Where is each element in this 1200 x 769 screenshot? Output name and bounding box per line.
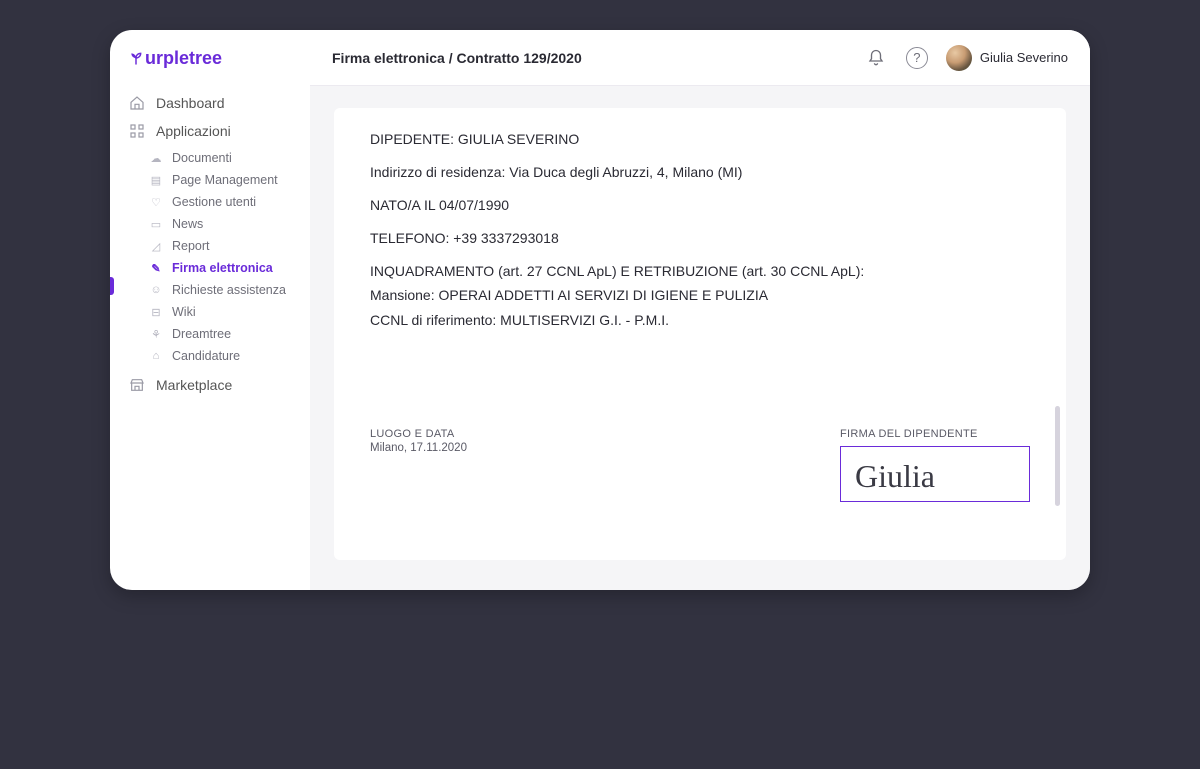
topbar: Firma elettronica / Contratto 129/2020 ?… <box>310 30 1090 86</box>
sidebar-sub-documenti[interactable]: ☁ Documenti <box>110 147 300 169</box>
doc-line-dipendente: DIPEDENTE: GIULIA SEVERINO <box>370 130 1030 149</box>
sidebar-sub-candidature[interactable]: ⌂ Candidature <box>110 345 300 367</box>
sidebar-sub-label: Wiki <box>172 305 196 319</box>
sidebar-item-label: Marketplace <box>156 377 232 393</box>
content-wrap: DIPEDENTE: GIULIA SEVERINO Indirizzo di … <box>310 86 1090 590</box>
scrollbar[interactable] <box>1054 122 1060 546</box>
doc-line-nato: NATO/A IL 04/07/1990 <box>370 196 1030 215</box>
sidebar-sub-label: Gestione utenti <box>172 195 256 209</box>
page-icon: ▤ <box>148 174 164 187</box>
document-footer: LUOGO E DATA Milano, 17.11.2020 FIRMA DE… <box>370 388 1030 532</box>
nav-primary: Dashboard Applicazioni <box>110 89 300 145</box>
sidebar-sub-label: Richieste assistenza <box>172 283 286 297</box>
doc-line-mansione: Mansione: OPERAI ADDETTI AI SERVIZI DI I… <box>370 286 1030 305</box>
news-icon: ▭ <box>148 218 164 231</box>
sidebar-item-label: Dashboard <box>156 95 225 111</box>
document-body: DIPEDENTE: GIULIA SEVERINO Indirizzo di … <box>370 130 1030 344</box>
sidebar-sub-news[interactable]: ▭ News <box>110 213 300 235</box>
bell-icon[interactable] <box>864 46 888 70</box>
signature-block: FIRMA DEL DIPENDENTE Giulia <box>840 428 1030 502</box>
doc-line-ccnl: CCNL di riferimento: MULTISERVIZI G.I. -… <box>370 311 1030 330</box>
store-icon <box>128 377 146 393</box>
briefcase-icon: ⌂ <box>148 350 164 362</box>
sidebar-sub-label: Documenti <box>172 151 232 165</box>
sidebar-sub-label: Dreamtree <box>172 327 231 341</box>
app-window: urpletree Dashboard Applicazioni ☁ Docum… <box>110 30 1090 590</box>
sidebar-sub-label: Report <box>172 239 210 253</box>
sidebar-sub-label: News <box>172 217 203 231</box>
support-icon: ☺ <box>148 284 164 296</box>
sidebar-sub-page-management[interactable]: ▤ Page Management <box>110 169 300 191</box>
sidebar-sub-wiki[interactable]: ⊟ Wiki <box>110 301 300 323</box>
doc-line-telefono: TELEFONO: +39 3337293018 <box>370 229 1030 248</box>
book-icon: ⊟ <box>148 306 164 319</box>
place-date-label: LUOGO E DATA <box>370 428 467 440</box>
breadcrumb: Firma elettronica / Contratto 129/2020 <box>332 50 582 66</box>
leaf-icon <box>128 49 144 67</box>
main-area: Firma elettronica / Contratto 129/2020 ?… <box>310 30 1090 590</box>
doc-line-inquadramento: INQUADRAMENTO (art. 27 CCNL ApL) E RETRI… <box>370 262 1030 281</box>
user-name: Giulia Severino <box>980 50 1068 65</box>
home-icon <box>128 95 146 111</box>
sidebar-sub-dreamtree[interactable]: ⚘ Dreamtree <box>110 323 300 345</box>
chart-icon: ◿ <box>148 240 164 253</box>
signature-box[interactable]: Giulia <box>840 446 1030 502</box>
sidebar-item-applicazioni[interactable]: Applicazioni <box>110 117 300 145</box>
sidebar: urpletree Dashboard Applicazioni ☁ Docum… <box>110 30 310 590</box>
avatar <box>946 45 972 71</box>
tree-icon: ⚘ <box>148 328 164 341</box>
sidebar-item-dashboard[interactable]: Dashboard <box>110 89 300 117</box>
place-date-value: Milano, 17.11.2020 <box>370 442 467 454</box>
brand-logo[interactable]: urpletree <box>110 48 300 69</box>
sidebar-item-marketplace[interactable]: Marketplace <box>110 371 300 399</box>
nav-secondary: ☁ Documenti ▤ Page Management ♡ Gestione… <box>110 147 300 367</box>
user-menu[interactable]: Giulia Severino <box>946 45 1068 71</box>
pen-icon: ✎ <box>148 262 164 275</box>
cloud-icon: ☁ <box>148 152 164 165</box>
nav-primary-bottom: Marketplace <box>110 371 300 399</box>
help-icon[interactable]: ? <box>906 47 928 69</box>
document-panel: DIPEDENTE: GIULIA SEVERINO Indirizzo di … <box>334 108 1066 560</box>
sidebar-sub-report[interactable]: ◿ Report <box>110 235 300 257</box>
sidebar-sub-label: Candidature <box>172 349 240 363</box>
sidebar-sub-richieste-assistenza[interactable]: ☺ Richieste assistenza <box>110 279 300 301</box>
sidebar-sub-firma-elettronica[interactable]: ✎ Firma elettronica <box>110 257 300 279</box>
brand-name: urpletree <box>145 48 222 69</box>
signature-value: Giulia <box>855 460 935 492</box>
scrollbar-thumb[interactable] <box>1055 406 1060 506</box>
doc-line-indirizzo: Indirizzo di residenza: Via Duca degli A… <box>370 163 1030 182</box>
grid-icon <box>128 123 146 139</box>
sidebar-sub-label: Firma elettronica <box>172 261 273 275</box>
sidebar-item-label: Applicazioni <box>156 123 231 139</box>
signature-label: FIRMA DEL DIPENDENTE <box>840 428 1030 440</box>
sidebar-sub-gestione-utenti[interactable]: ♡ Gestione utenti <box>110 191 300 213</box>
users-icon: ♡ <box>148 196 164 209</box>
sidebar-sub-label: Page Management <box>172 173 278 187</box>
place-date-block: LUOGO E DATA Milano, 17.11.2020 <box>370 428 467 454</box>
